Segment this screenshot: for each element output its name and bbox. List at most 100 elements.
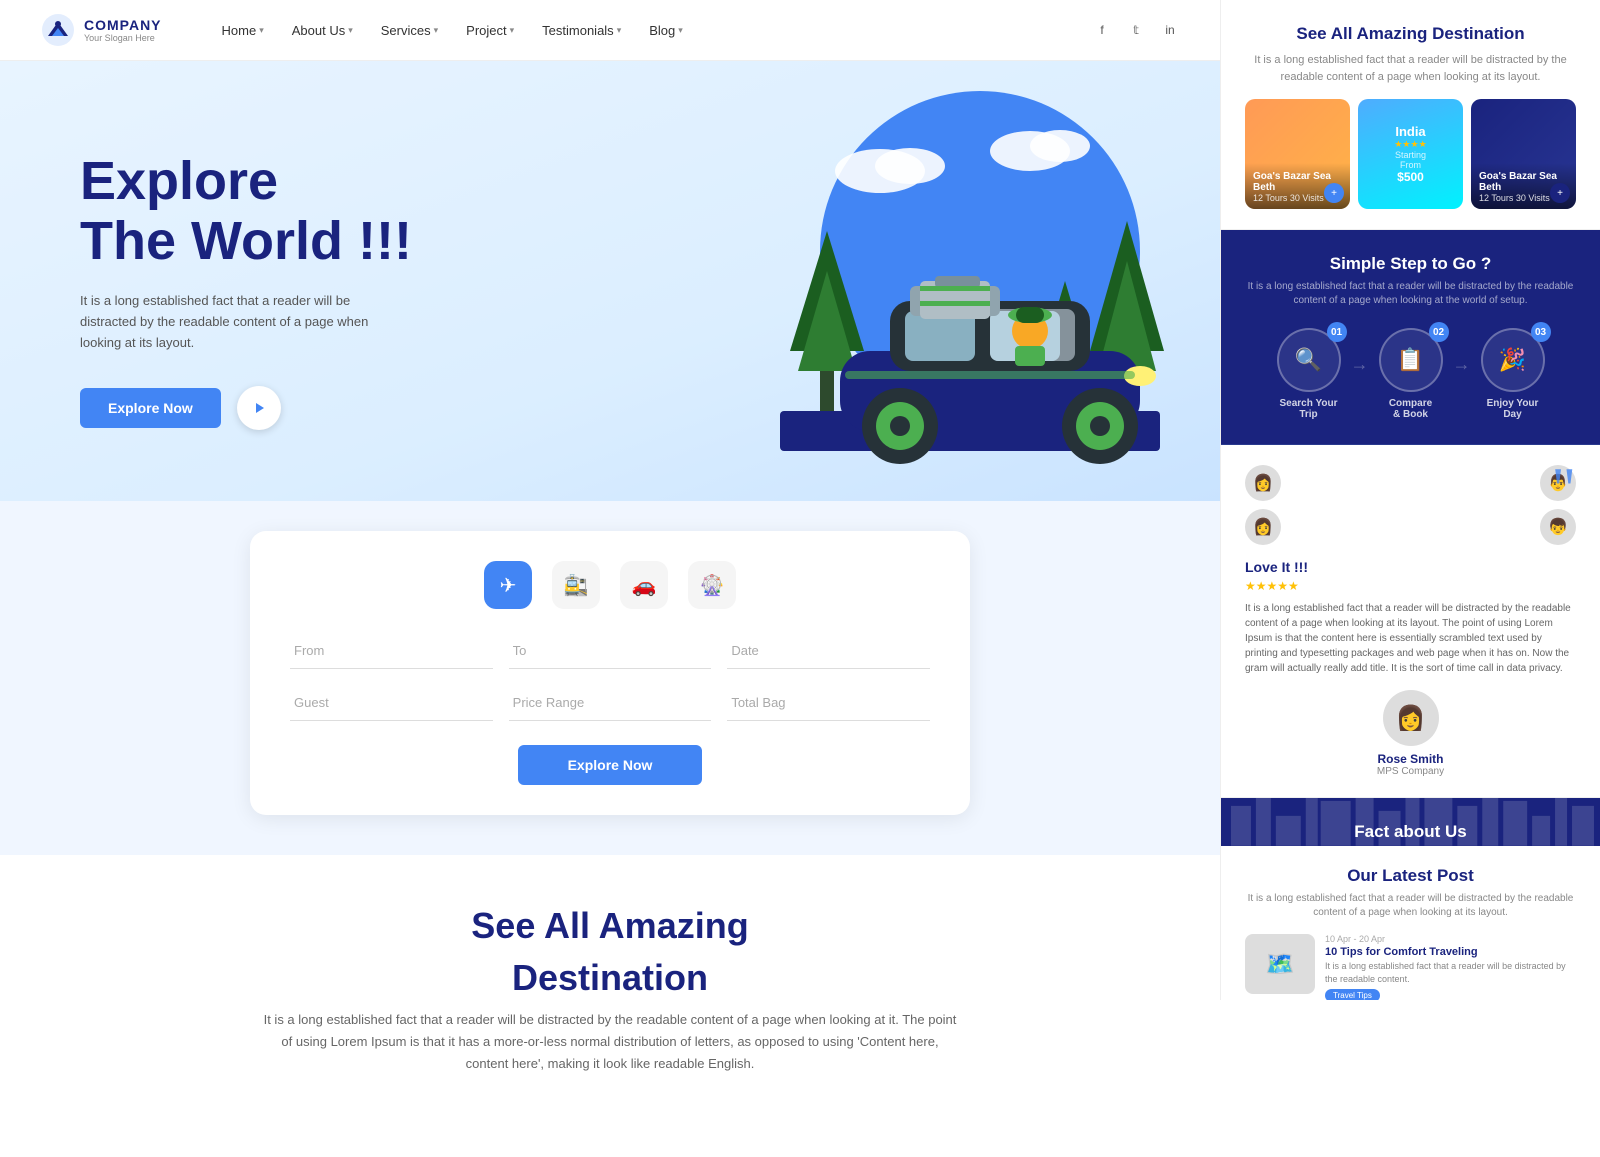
twitter-icon[interactable]: 𝕥 — [1126, 20, 1146, 40]
testimonial-text: It is a long established fact that a rea… — [1245, 601, 1576, 676]
dest-card-2-price: $500 — [1384, 170, 1437, 184]
dest-card-2[interactable]: India ★★★★ Starting From $500 — [1358, 99, 1463, 209]
play-icon — [251, 400, 267, 416]
post-badge-1: Travel Tips — [1325, 989, 1380, 1000]
rp-steps-section: Simple Step to Go ? It is a long establi… — [1221, 230, 1600, 445]
to-input[interactable] — [509, 633, 712, 669]
explore-now-button[interactable]: Explore Now — [80, 388, 221, 428]
rp-posts-title: Our Latest Post — [1245, 866, 1576, 886]
nav-tagline: Your Slogan Here — [84, 33, 162, 43]
total-bag-input[interactable] — [727, 685, 930, 721]
step-1-icon: 🔍 — [1295, 347, 1322, 373]
hero-section: Explore The World !!! It is a long estab… — [0, 61, 1220, 501]
dest-card-2-stars: ★★★★ — [1384, 139, 1437, 150]
search-explore-button[interactable]: Explore Now — [518, 745, 703, 785]
search-section: ✈ 🚉 🚗 🎡 Explore Now — [0, 501, 1220, 855]
step-1: 01 🔍 Search YourTrip — [1277, 328, 1341, 420]
rp-steps-title: Simple Step to Go ? — [1245, 254, 1576, 274]
tab-car[interactable]: 🚗 — [620, 561, 668, 609]
testimonial-stars: ★★★★★ — [1245, 579, 1576, 593]
project-chevron: ▾ — [510, 25, 515, 36]
services-chevron: ▾ — [434, 25, 439, 36]
tab-train[interactable]: 🚉 — [552, 561, 600, 609]
step-3-num: 03 — [1531, 322, 1551, 342]
car-svg — [680, 71, 1200, 491]
tab-flight[interactable]: ✈ — [484, 561, 532, 609]
price-range-input[interactable] — [509, 685, 712, 721]
search-btn-row: Explore Now — [290, 745, 930, 785]
right-panel: See All Amazing Destination It is a long… — [1220, 0, 1600, 1000]
nav-project[interactable]: Project ▾ — [466, 23, 514, 38]
step-1-label: Search YourTrip — [1280, 398, 1338, 420]
nav-links: Home ▾ About Us ▾ Services ▾ Project ▾ T… — [222, 23, 1092, 38]
t-avatar-3: 👩 — [1245, 509, 1407, 545]
rp-posts-desc: It is a long established fact that a rea… — [1245, 892, 1576, 920]
about-chevron: ▾ — [348, 25, 353, 36]
play-button[interactable] — [237, 386, 281, 430]
testimonial-avatars: 👩 👨 👩 👦 — [1245, 465, 1576, 545]
main-content: COMPANY Your Slogan Here Home ▾ About Us… — [0, 0, 1220, 1157]
rp-testimonial-section: " 👩 👨 👩 👦 Love It !!! ★★★★★ It is a long… — [1221, 445, 1600, 798]
search-card: ✈ 🚉 🚗 🎡 Explore Now — [250, 531, 970, 815]
avatar-1: 👩 — [1245, 465, 1281, 501]
facebook-icon[interactable]: f — [1092, 20, 1112, 40]
date-input[interactable] — [727, 633, 930, 669]
nav-testimonials[interactable]: Testimonials ▾ — [542, 23, 621, 38]
dest-section-desc: It is a long established fact that a rea… — [260, 1009, 960, 1075]
nav-logo: COMPANY Your Slogan Here — [40, 12, 162, 48]
step-connector-2: → — [1453, 354, 1471, 375]
rp-posts-section: Our Latest Post It is a long established… — [1221, 846, 1600, 1000]
author-role: MPS Company — [1377, 766, 1444, 777]
quote-mark: " — [1552, 465, 1577, 513]
logo-icon — [40, 12, 76, 48]
nav-home[interactable]: Home ▾ — [222, 23, 264, 38]
from-input[interactable] — [290, 633, 493, 669]
rp-steps-desc: It is a long established fact that a rea… — [1245, 280, 1576, 308]
t-avatar-1: 👩 — [1245, 465, 1407, 501]
step-2-num: 02 — [1429, 322, 1449, 342]
blog-chevron: ▾ — [678, 25, 683, 36]
dest-section-title-line1: See All Amazing — [80, 905, 1140, 947]
step-3-icon: 🎉 — [1499, 347, 1526, 373]
post-items-list: 🗺️ 10 Apr - 20 Apr 10 Tips for Comfort T… — [1245, 934, 1576, 1000]
step-3-label: Enjoy YourDay — [1487, 398, 1539, 420]
hero-buttons: Explore Now — [80, 386, 412, 430]
post-info-1: 10 Apr - 20 Apr 10 Tips for Comfort Trav… — [1325, 934, 1576, 1000]
nav-services[interactable]: Services ▾ — [381, 23, 438, 38]
rp-destinations-section: See All Amazing Destination It is a long… — [1221, 0, 1600, 230]
nav-social: f 𝕥 in — [1092, 20, 1180, 40]
guest-input[interactable] — [290, 685, 493, 721]
dest-card-3[interactable]: Goa's Bazar Sea Beth 12 Tours 30 Visits … — [1471, 99, 1576, 209]
author-name: Rose Smith — [1377, 752, 1443, 766]
rp-dest-desc: It is a long established fact that a rea… — [1245, 52, 1576, 85]
tab-activity[interactable]: 🎡 — [688, 561, 736, 609]
navbar: COMPANY Your Slogan Here Home ▾ About Us… — [0, 0, 1220, 61]
nav-blog[interactable]: Blog ▾ — [649, 23, 683, 38]
dest-cards-row: Goa's Bazar Sea Beth 12 Tours 30 Visits … — [1245, 99, 1576, 209]
dest-card-3-badge[interactable]: + — [1550, 183, 1570, 203]
testimonial-title: Love It !!! — [1245, 559, 1576, 575]
dest-card-1[interactable]: Goa's Bazar Sea Beth 12 Tours 30 Visits … — [1245, 99, 1350, 209]
testimonials-chevron: ▾ — [617, 25, 622, 36]
testimonial-author: 👩 Rose Smith MPS Company — [1245, 690, 1576, 777]
avatar-3: 👩 — [1245, 509, 1281, 545]
step-1-num: 01 — [1327, 322, 1347, 342]
post-item-1[interactable]: 🗺️ 10 Apr - 20 Apr 10 Tips for Comfort T… — [1245, 934, 1576, 1000]
search-fields-row2 — [290, 685, 930, 721]
author-avatar: 👩 — [1383, 690, 1439, 746]
nav-about[interactable]: About Us ▾ — [292, 23, 353, 38]
dest-card-1-badge[interactable]: + — [1324, 183, 1344, 203]
hero-illustration — [680, 71, 1200, 491]
nav-company-name: COMPANY — [84, 17, 162, 33]
post-date-1: 10 Apr - 20 Apr — [1325, 934, 1576, 944]
dest-card-2-name: India — [1384, 124, 1437, 139]
skyline-svg — [1221, 798, 1600, 846]
linkedin-icon[interactable]: in — [1160, 20, 1180, 40]
dest-section-title-line2: Destination — [80, 957, 1140, 999]
nav-logo-text: COMPANY Your Slogan Here — [84, 17, 162, 43]
hero-text: Explore The World !!! It is a long estab… — [80, 152, 412, 429]
rp-dest-title: See All Amazing Destination — [1245, 24, 1576, 44]
post-desc-1: It is a long established fact that a rea… — [1325, 960, 1576, 985]
destinations-section: See All Amazing Destination It is a long… — [0, 855, 1220, 1157]
step-2-icon: 📋 — [1397, 347, 1424, 373]
